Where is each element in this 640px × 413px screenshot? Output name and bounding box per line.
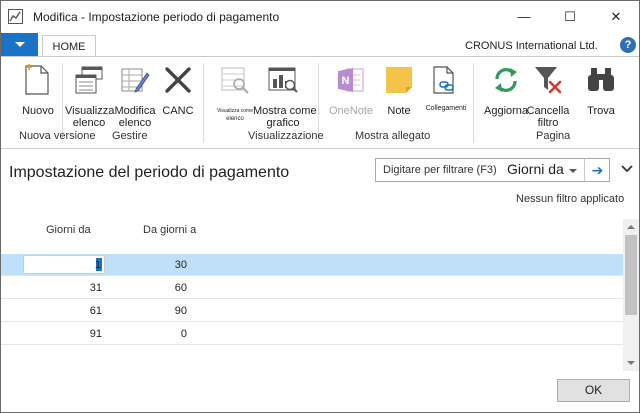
find-button[interactable]: Trova	[579, 61, 623, 129]
filter-status: Nessun filtro applicato	[516, 193, 625, 205]
clear-filter-icon	[535, 67, 562, 94]
ribbon-separator	[473, 63, 474, 143]
group-label-new-version: Nuova versione	[19, 130, 96, 142]
close-button[interactable]: ✕	[593, 1, 639, 33]
help-icon[interactable]: ?	[620, 37, 636, 53]
da-giorni-a-cell[interactable]: 30	[111, 259, 187, 271]
links-label: Collegamenti	[425, 105, 467, 112]
show-as-chart-label-2: grafico	[266, 117, 300, 129]
edit-list-label-2: elenco	[118, 117, 152, 129]
refresh-icon	[495, 68, 517, 92]
chevron-down-icon	[15, 42, 25, 47]
new-button[interactable]: Nuovo	[17, 61, 59, 129]
scroll-up-icon[interactable]	[627, 225, 635, 229]
view-list-label-2: elenco	[72, 117, 106, 129]
group-label-manage: Gestire	[112, 130, 148, 142]
vertical-scrollbar[interactable]	[623, 219, 639, 371]
notes-label: Note	[387, 105, 411, 117]
da-giorni-a-cell[interactable]: 90	[111, 305, 187, 317]
da-giorni-a-cell[interactable]: 60	[111, 282, 187, 294]
dialog-window: Modifica - Impostazione periodo di pagam…	[0, 0, 640, 413]
minimize-button[interactable]: —	[501, 1, 547, 33]
maximize-button[interactable]: ☐	[547, 1, 593, 33]
view-as-list-icon	[221, 67, 249, 94]
window-title: Modifica - Impostazione periodo di pagam…	[33, 10, 280, 24]
find-label: Trova	[587, 105, 615, 117]
ok-button[interactable]: OK	[557, 379, 630, 402]
column-header-da-giorni-a[interactable]: Da giorni a	[143, 224, 196, 236]
table-row[interactable]: 1 30	[1, 254, 623, 276]
chevron-down-icon[interactable]	[569, 169, 577, 173]
new-button-label: Nuovo	[22, 105, 54, 117]
group-label-page: Pagina	[536, 130, 571, 142]
filter-search-input[interactable]: Digitare per filtrare (F3)	[383, 164, 497, 176]
show-as-chart-button[interactable]: Mostra come grafico	[253, 61, 317, 129]
link-icon	[433, 66, 454, 94]
table-row[interactable]: 31 60	[1, 277, 623, 299]
notes-button[interactable]: Note	[379, 61, 419, 129]
clear-filter-label-1: Cancella	[526, 105, 570, 117]
chart-icon	[268, 67, 298, 93]
onenote-button[interactable]: N OneNote	[323, 61, 379, 129]
refresh-button[interactable]: Aggiorna	[484, 61, 528, 129]
view-list-button[interactable]: Visualizza elenco	[65, 61, 115, 129]
giorni-da-cell[interactable]: 61	[21, 305, 102, 317]
group-label-view: Visualizzazione	[248, 130, 324, 142]
new-document-icon	[25, 64, 49, 95]
delete-button[interactable]: CANC	[157, 61, 199, 129]
da-giorni-a-cell[interactable]: 0	[111, 328, 187, 340]
company-name[interactable]: CRONUS International Ltd.	[465, 40, 598, 52]
note-icon	[386, 67, 412, 93]
binoculars-icon	[588, 68, 614, 91]
app-icon	[8, 9, 23, 24]
view-list-label-1: Visualizza	[65, 105, 115, 117]
clear-filter-label-2: filtro	[537, 117, 559, 129]
show-as-chart-label-1: Mostra come	[253, 105, 317, 117]
chevron-down-icon[interactable]	[620, 162, 634, 176]
refresh-label: Aggiorna	[484, 105, 529, 117]
tab-home[interactable]: HOME	[42, 35, 96, 57]
edit-list-button[interactable]: Modifica elenco	[113, 61, 157, 129]
edit-list-icon	[121, 68, 150, 93]
application-menu-button[interactable]	[1, 33, 38, 57]
edit-list-label-1: Modifica	[114, 105, 156, 117]
onenote-icon: N	[338, 68, 364, 92]
page-title: Impostazione del periodo di pagamento	[9, 164, 290, 181]
giorni-da-cell[interactable]: 31	[21, 282, 102, 294]
delete-button-label: CANC	[162, 105, 194, 117]
ribbon-tab-row: HOME CRONUS International Ltd. ?	[1, 33, 639, 57]
onenote-label: OneNote	[328, 105, 374, 117]
giorni-da-input[interactable]: 1	[23, 255, 105, 274]
arrow-right-icon[interactable]: ➔	[584, 159, 610, 181]
giorni-da-value: 1	[94, 259, 101, 271]
giorni-da-cell[interactable]: 91	[21, 328, 102, 340]
filter-field-select[interactable]: Giorni da	[507, 161, 564, 177]
column-header-giorni-da[interactable]: Giorni da	[46, 224, 91, 236]
svg-text:N: N	[342, 75, 350, 87]
ribbon: Nuovo Visualizza elenco Modifica elenco …	[1, 56, 639, 149]
table-row[interactable]: 91 0	[1, 323, 623, 345]
view-list-icon	[75, 66, 103, 94]
delete-icon	[165, 67, 191, 93]
group-label-attachments: Mostra allegato	[355, 130, 431, 142]
filter-box: Digitare per filtrare (F3) Giorni da ➔	[375, 158, 610, 182]
table-row[interactable]: 61 90	[1, 300, 623, 322]
title-bar: Modifica - Impostazione periodo di pagam…	[1, 1, 639, 33]
links-button[interactable]: Collegamenti	[423, 61, 469, 129]
scrollbar-thumb[interactable]	[625, 235, 637, 315]
scroll-down-icon[interactable]	[627, 361, 635, 365]
ribbon-separator	[203, 63, 204, 143]
clear-filter-button[interactable]: Cancella filtro	[526, 61, 570, 129]
